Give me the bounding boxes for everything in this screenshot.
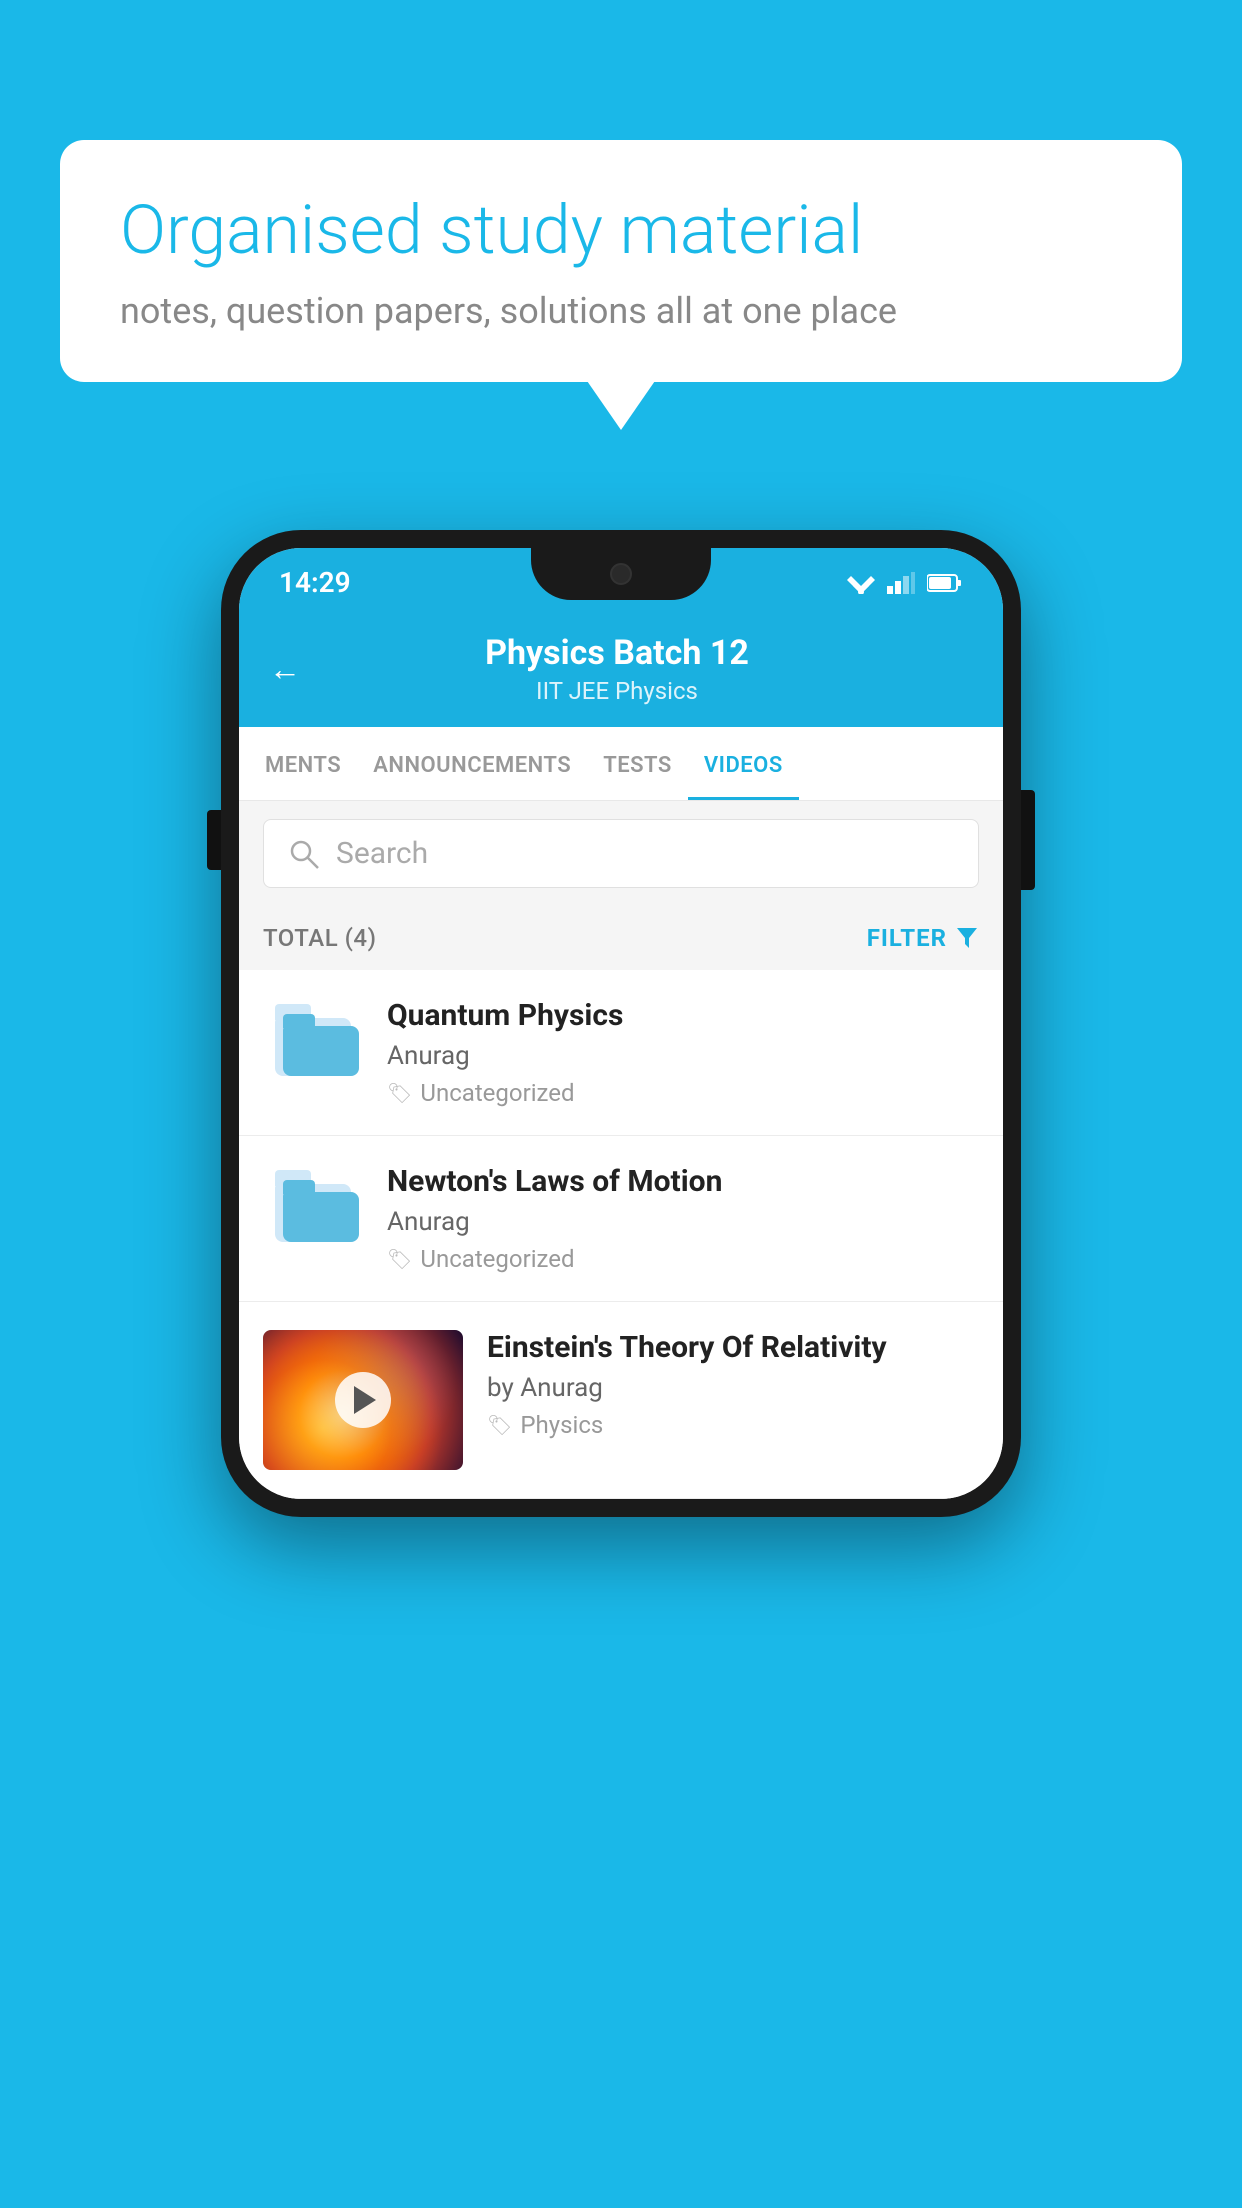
video-title-2: Newton's Laws of Motion <box>387 1164 979 1199</box>
status-time: 14:29 <box>279 566 351 599</box>
list-item[interactable]: Newton's Laws of Motion Anurag 🏷 Uncateg… <box>239 1136 1003 1302</box>
video-info-3: Einstein's Theory Of Relativity by Anura… <box>487 1330 979 1439</box>
tab-tests[interactable]: TESTS <box>587 727 688 800</box>
battery-icon <box>927 573 963 593</box>
tab-ments[interactable]: MENTS <box>249 727 357 800</box>
status-icons <box>847 572 963 594</box>
search-bar-container: Search <box>239 801 1003 906</box>
play-triangle-icon <box>354 1386 376 1414</box>
tag-label-2: Uncategorized <box>420 1245 574 1273</box>
folder-thumb-1 <box>263 998 363 1076</box>
video-tag-3: 🏷 Physics <box>487 1411 979 1439</box>
tab-videos[interactable]: VIDEOS <box>688 727 799 800</box>
video-tag-2: 🏷 Uncategorized <box>387 1245 979 1273</box>
video-title-1: Quantum Physics <box>387 998 979 1033</box>
search-bar[interactable]: Search <box>263 819 979 888</box>
speech-bubble: Organised study material notes, question… <box>60 140 1182 382</box>
folder-icon-2 <box>275 1170 351 1242</box>
play-button[interactable] <box>335 1372 391 1428</box>
status-bar: 14:29 <box>239 548 1003 613</box>
list-item[interactable]: Einstein's Theory Of Relativity by Anura… <box>239 1302 1003 1499</box>
tag-icon-2: 🏷 <box>387 1247 412 1271</box>
phone-screen: 14:29 <box>239 548 1003 1499</box>
phone-outer: 14:29 <box>221 530 1021 1517</box>
folder-icon-1 <box>275 1004 351 1076</box>
video-info-2: Newton's Laws of Motion Anurag 🏷 Uncateg… <box>387 1164 979 1273</box>
header-subtitle: IIT JEE Physics <box>321 677 913 705</box>
wifi-icon <box>847 572 875 594</box>
video-title-3: Einstein's Theory Of Relativity <box>487 1330 979 1365</box>
phone-mockup: 14:29 <box>221 530 1021 1517</box>
speech-bubble-section: Organised study material notes, question… <box>60 140 1182 382</box>
tag-label-3: Physics <box>520 1411 603 1439</box>
filter-bar: TOTAL (4) FILTER <box>239 906 1003 970</box>
tab-announcements[interactable]: ANNOUNCEMENTS <box>357 727 587 800</box>
video-author-2: Anurag <box>387 1207 979 1237</box>
filter-icon <box>955 926 979 950</box>
tag-icon-1: 🏷 <box>387 1081 412 1105</box>
filter-button[interactable]: FILTER <box>867 924 979 952</box>
tag-label-1: Uncategorized <box>420 1079 574 1107</box>
tab-bar: MENTS ANNOUNCEMENTS TESTS VIDEOS <box>239 727 1003 801</box>
video-tag-1: 🏷 Uncategorized <box>387 1079 979 1107</box>
header-title-group: Physics Batch 12 IIT JEE Physics <box>321 633 913 705</box>
video-list: Quantum Physics Anurag 🏷 Uncategorized <box>239 970 1003 1499</box>
bubble-subtitle: notes, question papers, solutions all at… <box>120 290 1122 332</box>
list-item[interactable]: Quantum Physics Anurag 🏷 Uncategorized <box>239 970 1003 1136</box>
search-placeholder: Search <box>336 836 428 871</box>
video-author-1: Anurag <box>387 1041 979 1071</box>
folder-thumb-2 <box>263 1164 363 1242</box>
video-author-3: by Anurag <box>487 1373 979 1403</box>
search-icon <box>288 838 320 870</box>
video-info-1: Quantum Physics Anurag 🏷 Uncategorized <box>387 998 979 1107</box>
tag-icon-3: 🏷 <box>487 1413 512 1437</box>
notch <box>531 548 711 600</box>
filter-label: FILTER <box>867 924 947 952</box>
signal-icon <box>887 572 915 594</box>
bubble-title: Organised study material <box>120 190 1122 272</box>
app-header: ← Physics Batch 12 IIT JEE Physics <box>239 613 1003 727</box>
header-title: Physics Batch 12 <box>321 633 913 673</box>
total-count: TOTAL (4) <box>263 924 376 952</box>
notch-camera <box>610 563 632 585</box>
video-thumbnail-3 <box>263 1330 463 1470</box>
back-button[interactable]: ← <box>269 650 301 688</box>
